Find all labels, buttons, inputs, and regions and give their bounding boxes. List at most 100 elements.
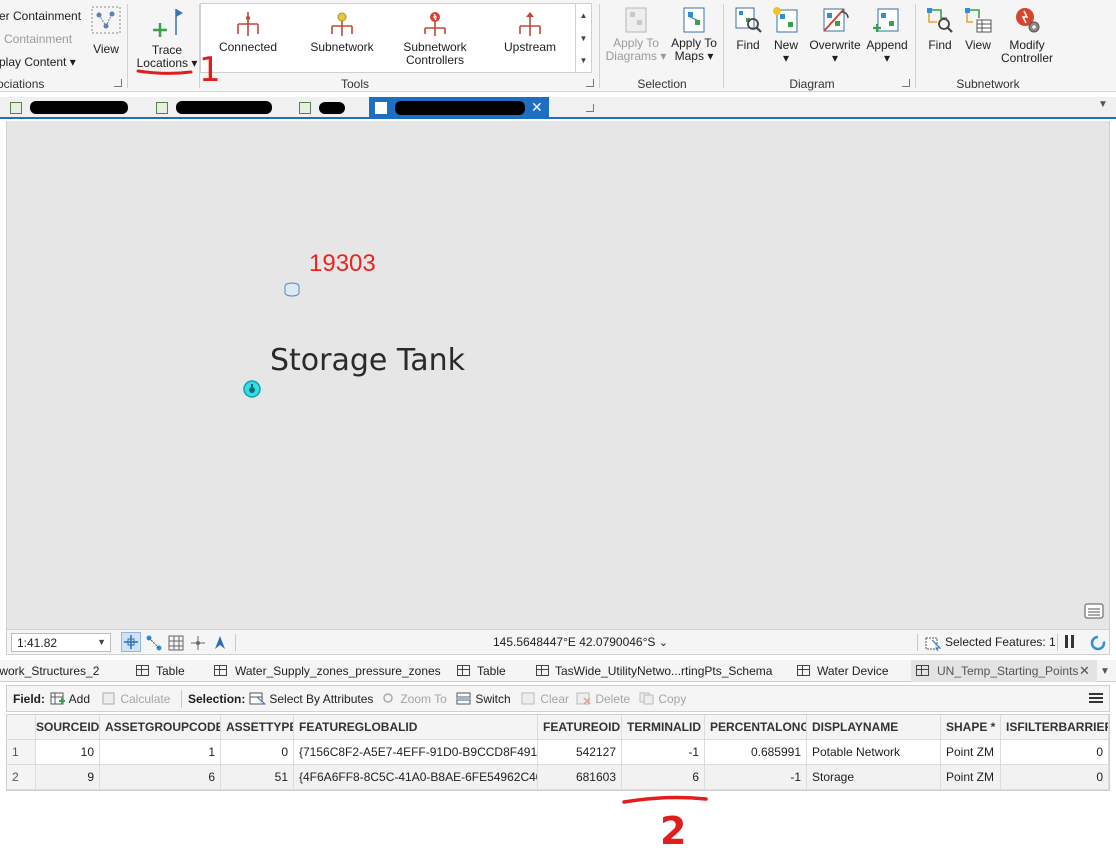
coordinate-readout[interactable]: 145.5648447°E 42.0790046°S ⌄ (493, 635, 668, 649)
table-cell[interactable]: -1 (705, 765, 807, 790)
calculate-field-button[interactable]: Calculate (101, 692, 170, 706)
table-tab-temp-starting-points[interactable]: UN_Temp_Starting_Points ✕ (911, 660, 1097, 682)
table-tab-supply-zones[interactable]: Water_Supply_zones_pressure_zones (212, 660, 442, 682)
table-menu-button[interactable] (1089, 692, 1103, 704)
table-tab-structures[interactable]: twork_Structures_2 (0, 660, 99, 682)
diagram-tab-active[interactable]: ✕ (369, 97, 549, 119)
grid-icon[interactable] (167, 634, 185, 652)
map-tab-2[interactable] (150, 97, 274, 119)
table-cell[interactable]: Potable Network (807, 740, 941, 765)
column-header[interactable]: TERMINALID (622, 715, 705, 740)
copy-selection-button[interactable]: Copy (639, 692, 686, 706)
row-number[interactable]: 1 (7, 740, 36, 765)
column-header[interactable]: SOURCEID (36, 715, 100, 740)
tabs-overflow-icon[interactable]: ▼ (1100, 666, 1110, 677)
apply-to-diagrams-button[interactable]: Apply To Diagrams ▾ (604, 6, 668, 63)
tab-launcher[interactable] (586, 104, 594, 112)
gallery-up-icon[interactable]: ▲ (579, 11, 588, 20)
clear-selection-button[interactable]: Clear (521, 692, 569, 706)
snapping-icon[interactable] (145, 634, 163, 652)
refresh-icon[interactable] (1089, 634, 1107, 652)
table-cell[interactable]: 0 (1001, 765, 1109, 790)
close-tab-icon[interactable]: ✕ (1079, 660, 1090, 682)
table-tab-taswide-schema[interactable]: TasWide_UtilityNetwo...rtingPts_Schema (534, 660, 784, 682)
modify-containment-button[interactable]: er Containment (0, 9, 81, 23)
table-cell[interactable]: {7156C8F2-A5E7-4EFF-91D0-B9CCD8F491E4} (294, 740, 538, 765)
row-header-corner[interactable] (7, 715, 36, 740)
map-tab-1[interactable] (4, 97, 130, 119)
diagram-find-button[interactable]: Find (728, 6, 768, 52)
table-cell[interactable]: 0.685991 (705, 740, 807, 765)
subnetwork-view-button[interactable]: View (958, 6, 998, 52)
column-header[interactable]: DISPLAYNAME (807, 715, 941, 740)
diagram-launcher[interactable] (902, 79, 910, 87)
select-by-attributes-button[interactable]: Select By Attributes (249, 692, 373, 706)
column-header[interactable]: SHAPE * (941, 715, 1001, 740)
tabs-overflow-icon[interactable]: ▼ (1098, 99, 1108, 110)
table-cell[interactable]: {4F6A6FF8-8C5C-41A0-B8AE-6FE54962C40F} (294, 765, 538, 790)
column-header[interactable]: FEATUREGLOBALID (294, 715, 538, 740)
gallery-down-icon[interactable]: ▼ (579, 34, 588, 43)
table-tab-table-1[interactable]: Table (134, 660, 204, 682)
associations-launcher[interactable] (114, 79, 122, 87)
selected-features-count[interactable]: Selected Features: 1 (945, 635, 1056, 649)
storage-tank-symbol-icon[interactable] (283, 282, 301, 298)
containment-button[interactable]: Containment (4, 32, 72, 46)
diagram-append-button[interactable]: Append ▾ (862, 6, 912, 65)
modify-controller-button[interactable]: Modify Controller (996, 6, 1058, 65)
display-content-button[interactable]: play Content ▾ (0, 55, 76, 69)
table-cell[interactable]: 542127 (538, 740, 622, 765)
table-cell[interactable]: 1 (100, 740, 221, 765)
table-cell[interactable]: -1 (622, 740, 705, 765)
table-cell[interactable]: 0 (221, 740, 294, 765)
table-cell[interactable]: Storage (807, 765, 941, 790)
column-header[interactable]: ISFILTERBARRIER (1001, 715, 1109, 740)
map-view-icon (299, 102, 311, 114)
apply-to-maps-button[interactable]: Apply To Maps ▾ (664, 6, 724, 63)
guides-icon[interactable] (189, 634, 207, 652)
row-number[interactable]: 2 (7, 765, 36, 790)
column-header[interactable]: FEATUREOID (538, 715, 622, 740)
starting-point-marker-icon[interactable] (243, 380, 261, 398)
gallery-scroll[interactable]: ▲ ▼ ▼ (576, 3, 592, 73)
associations-view-button[interactable]: View (86, 6, 126, 56)
pause-drawing-button[interactable] (1064, 635, 1076, 649)
table-tab-water-device[interactable]: Water Device (795, 660, 895, 682)
tools-launcher[interactable] (586, 79, 594, 87)
table-tab-table-2[interactable]: Table (455, 660, 525, 682)
delete-selection-button[interactable]: Delete (576, 692, 630, 706)
column-header[interactable]: ASSETGROUPCODE (100, 715, 221, 740)
table-cell[interactable]: 6 (622, 765, 705, 790)
north-arrow-icon[interactable] (211, 634, 229, 652)
column-header[interactable]: PERCENTALONG (705, 715, 807, 740)
trace-subnetwork-button[interactable]: Subnetwork (301, 10, 383, 54)
column-header[interactable]: ASSETTYPE (221, 715, 294, 740)
table-cell[interactable]: Point ZM (941, 765, 1001, 790)
table-cell[interactable]: 6 (100, 765, 221, 790)
table-cell[interactable]: 0 (1001, 740, 1109, 765)
selected-features-icon (925, 637, 942, 652)
close-tab-icon[interactable]: ✕ (531, 99, 543, 116)
switch-selection-button[interactable]: Switch (456, 692, 511, 706)
table-cell[interactable]: 10 (36, 740, 100, 765)
gallery-more-icon[interactable]: ▼ (579, 56, 588, 65)
snap-grid-button[interactable] (121, 632, 141, 652)
zoom-to-button[interactable]: Zoom To (381, 692, 447, 706)
table-of-contents-icon[interactable] (1083, 601, 1105, 621)
trace-subnetwork-controllers-button[interactable]: Subnetwork Controllers (393, 10, 477, 67)
table-cell[interactable]: 681603 (538, 765, 622, 790)
map-tab-3[interactable] (293, 97, 349, 119)
table-cell[interactable]: 9 (36, 765, 100, 790)
trace-connected-button[interactable]: Connected (211, 10, 285, 54)
diagram-map-view[interactable]: 19303 Storage Tank (6, 121, 1110, 629)
subnetwork-find-button[interactable]: Find (920, 6, 960, 52)
scale-combobox[interactable]: 1:41.82 ▼ (11, 633, 111, 652)
trace-upstream-button[interactable]: Upstream (491, 10, 569, 54)
trace-locations-icon (153, 9, 183, 37)
table-cell[interactable]: 51 (221, 765, 294, 790)
add-field-button[interactable]: Add (50, 692, 90, 706)
table-cell[interactable]: Point ZM (941, 740, 1001, 765)
feature-name-label: Storage Tank (270, 343, 466, 378)
diagram-overwrite-button[interactable]: Overwrite ▾ (806, 6, 864, 65)
diagram-new-button[interactable]: New ▾ (768, 6, 804, 65)
